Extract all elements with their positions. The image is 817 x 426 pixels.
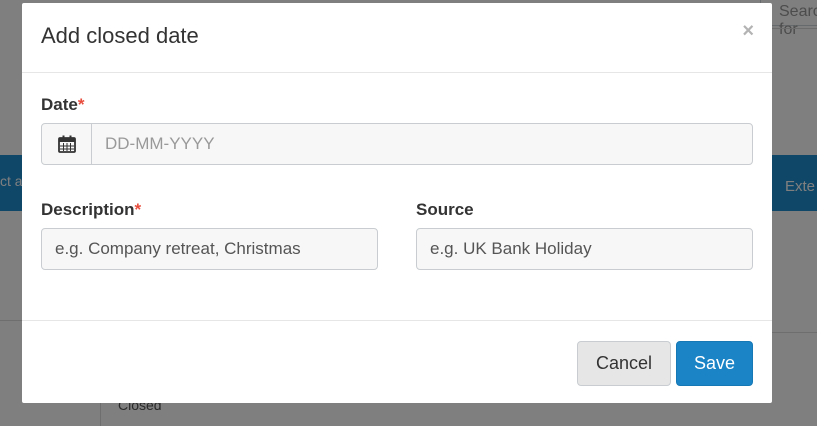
source-label-text: Source <box>416 200 474 219</box>
description-input[interactable] <box>41 228 378 270</box>
close-icon[interactable]: × <box>742 21 754 41</box>
add-closed-date-modal: Add closed date × Date* Description* <box>22 3 772 403</box>
calendar-button[interactable] <box>42 124 92 164</box>
save-button[interactable]: Save <box>676 341 753 386</box>
modal-footer: Cancel Save <box>22 320 772 403</box>
description-label-text: Description <box>41 200 135 219</box>
date-field-group <box>41 123 753 165</box>
modal-title: Add closed date <box>41 23 199 48</box>
source-input[interactable] <box>416 228 753 270</box>
date-input[interactable] <box>92 124 752 164</box>
source-label: Source <box>416 200 474 220</box>
description-label: Description* <box>41 200 141 220</box>
date-label-text: Date <box>41 95 78 114</box>
required-marker: * <box>77 95 85 114</box>
date-label: Date* <box>41 95 84 115</box>
required-marker: * <box>134 200 142 219</box>
calendar-icon <box>57 135 76 153</box>
modal-header: Add closed date × <box>22 3 772 73</box>
cancel-button[interactable]: Cancel <box>577 341 671 386</box>
